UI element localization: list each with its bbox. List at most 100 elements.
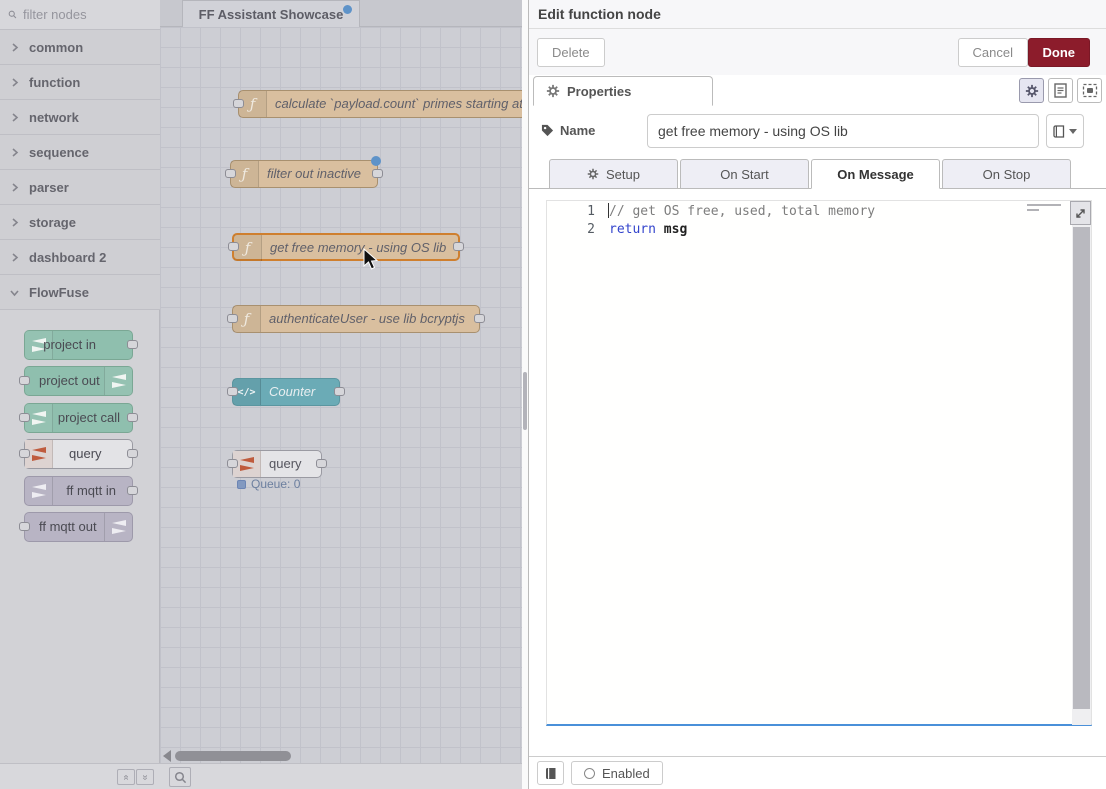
palette-category-dashboard2[interactable]: dashboard 2 — [0, 240, 160, 275]
palette-category-storage[interactable]: storage — [0, 205, 160, 240]
enabled-toggle-button[interactable]: Enabled — [571, 761, 663, 785]
palette-collapse-all-button[interactable]: « — [117, 769, 135, 785]
input-port[interactable] — [233, 99, 244, 108]
input-port[interactable] — [227, 314, 238, 323]
input-port[interactable] — [19, 522, 30, 531]
chevron-right-icon — [10, 43, 19, 52]
input-port[interactable] — [227, 459, 238, 468]
done-button[interactable]: Done — [1028, 38, 1091, 67]
tab-on-stop[interactable]: On Stop — [942, 159, 1071, 189]
flow-modified-dot — [343, 5, 352, 14]
palette-node-label: query — [69, 440, 102, 468]
cancel-button[interactable]: Cancel — [958, 38, 1028, 67]
palette-category-flowfuse[interactable]: FlowFuse — [0, 275, 160, 310]
properties-tab-row: Properties — [529, 75, 1106, 105]
palette-search-input[interactable] — [23, 7, 143, 22]
output-port[interactable] — [127, 449, 138, 458]
code-editor[interactable]: 1 // get OS free, used, total memory 2 r… — [546, 200, 1092, 726]
library-button[interactable] — [1046, 114, 1084, 148]
input-port[interactable] — [19, 376, 30, 385]
editor-expand-button[interactable] — [1070, 201, 1091, 225]
status-dot — [237, 480, 246, 489]
output-port[interactable] — [453, 242, 464, 251]
tab-properties[interactable]: Properties — [533, 76, 713, 106]
palette-category-parser[interactable]: parser — [0, 170, 160, 205]
appearance-icon — [1082, 83, 1098, 98]
code-comment: // get OS free, used, total memory — [609, 203, 875, 221]
workspace-tab-bar: FF Assistant Showcase — [160, 0, 522, 27]
tray-toolbar: Delete Cancel Done — [529, 29, 1106, 75]
input-port[interactable] — [19, 449, 30, 458]
category-label: storage — [29, 215, 76, 230]
chevron-right-icon — [10, 148, 19, 157]
flow-node-calculate-primes[interactable]: ƒ calculate `payload.count` primes start… — [238, 90, 522, 118]
tray-title: Edit function node — [538, 6, 661, 22]
tab-on-start[interactable]: On Start — [680, 159, 809, 189]
flow-tab[interactable]: FF Assistant Showcase — [182, 0, 360, 27]
node-appearance-button[interactable] — [1077, 78, 1102, 103]
name-label-text: Name — [560, 123, 595, 138]
tray-footer: Enabled — [529, 756, 1106, 789]
output-port[interactable] — [127, 340, 138, 349]
workspace-search-button[interactable] — [169, 767, 191, 787]
input-port[interactable] — [225, 169, 236, 178]
palette-node-query[interactable]: query — [24, 439, 133, 469]
palette-expand-all-button[interactable]: » — [136, 769, 154, 785]
delete-button[interactable]: Delete — [537, 38, 605, 67]
input-port[interactable] — [19, 413, 30, 422]
canvas-vscroll-thumb[interactable] — [523, 372, 527, 430]
flow-node-authenticate-user[interactable]: ƒ authenticateUser - use lib bcryptjs — [232, 305, 480, 333]
palette-node-project-out[interactable]: project out — [24, 366, 133, 396]
output-port[interactable] — [334, 387, 345, 396]
name-input[interactable] — [647, 114, 1039, 148]
tab-on-message[interactable]: On Message — [811, 159, 940, 189]
output-port[interactable] — [127, 486, 138, 495]
tab-setup[interactable]: Setup — [549, 159, 678, 189]
code-line: 2 return msg — [547, 221, 1091, 239]
footer-library-button[interactable] — [537, 761, 564, 785]
palette-node-ff-mqtt-in[interactable]: ff mqtt in — [24, 476, 133, 506]
tag-icon — [541, 124, 554, 137]
chevron-right-icon — [10, 183, 19, 192]
palette-category-network[interactable]: network — [0, 100, 160, 135]
code-statement: return msg — [609, 221, 687, 239]
palette-search[interactable] — [0, 0, 160, 30]
hscroll-thumb[interactable] — [175, 751, 291, 761]
hscroll-left-arrow[interactable] — [163, 750, 171, 762]
edit-properties-button[interactable] — [1019, 78, 1044, 103]
book-icon — [545, 767, 557, 780]
flow-workspace[interactable]: FF Assistant Showcase ƒ calculate `paylo… — [160, 0, 522, 789]
enabled-label: Enabled — [602, 766, 650, 781]
editor-scrollbar-thumb[interactable] — [1073, 227, 1090, 709]
output-port[interactable] — [372, 169, 383, 178]
output-port[interactable] — [474, 314, 485, 323]
book-icon — [1053, 125, 1065, 138]
palette-category-sequence[interactable]: sequence — [0, 135, 160, 170]
tab-label: On Stop — [983, 167, 1031, 182]
code-line: 1 // get OS free, used, total memory — [547, 203, 1091, 221]
line-number: 1 — [547, 203, 595, 221]
edit-description-button[interactable] — [1048, 78, 1073, 103]
chevron-right-icon — [10, 253, 19, 262]
palette-category-function[interactable]: function — [0, 65, 160, 100]
gear-icon — [546, 84, 560, 98]
palette-node-ff-mqtt-out[interactable]: ff mqtt out — [24, 512, 133, 542]
editor-minimap — [1027, 204, 1067, 216]
output-port[interactable] — [316, 459, 327, 468]
flow-node-filter-out-inactive[interactable]: ƒ filter out inactive — [230, 160, 378, 188]
input-port[interactable] — [228, 242, 239, 251]
palette-node-project-in[interactable]: project in — [24, 330, 133, 360]
output-port[interactable] — [127, 413, 138, 422]
search-icon — [174, 771, 187, 784]
chevron-right-icon — [10, 218, 19, 227]
tab-label: Setup — [606, 167, 640, 182]
tab-label: On Message — [837, 167, 914, 182]
flow-node-get-free-memory[interactable]: ƒ get free memory - using OS lib — [232, 233, 460, 261]
palette-category-common[interactable]: common — [0, 30, 160, 65]
flow-node-query[interactable]: query — [232, 450, 322, 478]
flow-node-counter[interactable]: </> Counter — [232, 378, 340, 406]
palette-node-project-call[interactable]: project call — [24, 403, 133, 433]
input-port[interactable] — [227, 387, 238, 396]
search-icon — [8, 10, 17, 19]
node-red-editor: common function network sequence parser … — [0, 0, 1106, 789]
